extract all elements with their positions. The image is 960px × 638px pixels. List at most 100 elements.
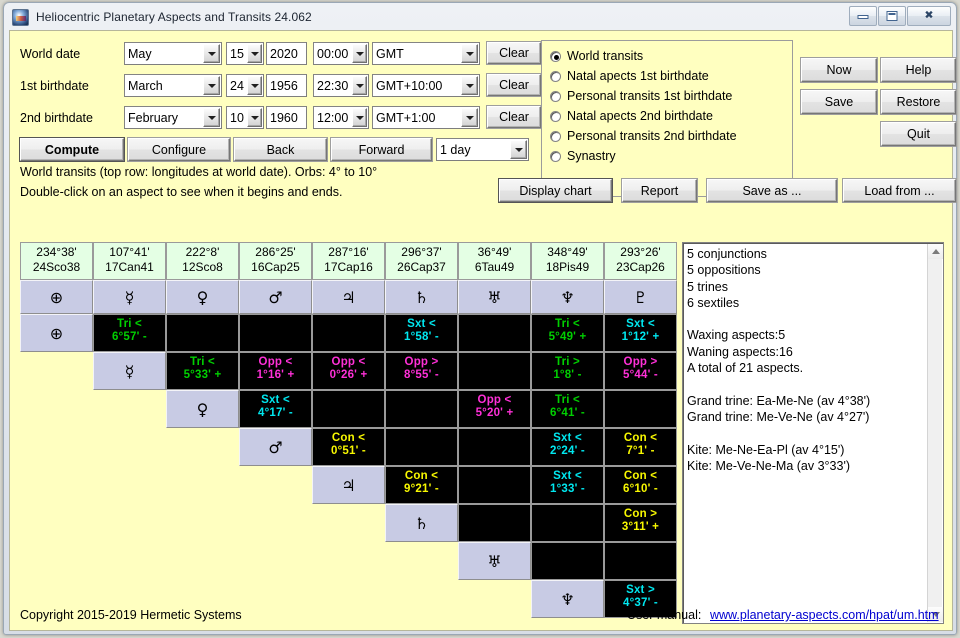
user-manual-link[interactable]: www.planetary-aspects.com/hpat/um.htm <box>710 608 939 622</box>
aspect-cell[interactable]: Tri <6°57' - <box>93 314 166 352</box>
first-birthdate-month-combo[interactable]: March <box>124 74 222 97</box>
second-birthdate-clear-button[interactable]: Clear <box>487 106 541 128</box>
forward-button[interactable]: Forward <box>331 138 432 161</box>
first-birthdate-zone-combo[interactable]: GMT+10:00 <box>372 74 480 97</box>
world-date-clear-button[interactable]: Clear <box>487 42 541 64</box>
world-date-month-value: May <box>128 46 152 61</box>
grid-column-symbol-earth: ⊕ <box>20 280 93 314</box>
chevron-down-icon[interactable] <box>352 44 367 63</box>
mode-group: World transits Natal apects 1st birthdat… <box>541 40 793 197</box>
mode-option-natal-1st[interactable]: Natal apects 1st birthdate <box>550 69 709 83</box>
second-birthdate-month-combo[interactable]: February <box>124 106 222 129</box>
aspect-cell[interactable]: Opp >8°55' - <box>385 352 458 390</box>
chevron-down-icon[interactable] <box>461 44 478 63</box>
first-birthdate-day-combo[interactable]: 24 <box>226 74 264 97</box>
compute-button[interactable]: Compute <box>20 138 124 161</box>
aspect-cell-empty <box>458 504 531 542</box>
second-birthdate-zone-value: GMT+1:00 <box>376 110 436 125</box>
grid-row-symbol-venus: ♀ <box>166 390 239 428</box>
quit-button[interactable]: Quit <box>881 122 956 146</box>
aspect-cell[interactable]: Opp <1°16' + <box>239 352 312 390</box>
first-birthdate-clear-button[interactable]: Clear <box>487 74 541 96</box>
mode-option-personal-1st[interactable]: Personal transits 1st birthdate <box>550 89 732 103</box>
second-birthdate-month-value: February <box>128 110 179 125</box>
chevron-down-icon[interactable] <box>247 76 262 95</box>
chevron-down-icon[interactable] <box>352 76 367 95</box>
aspect-cell[interactable]: Sxt <1°33' - <box>531 466 604 504</box>
now-button[interactable]: Now <box>801 58 877 82</box>
chevron-down-icon[interactable] <box>461 76 478 95</box>
aspect-grid[interactable]: 234°38' 24Sco38 107°41' 17Can41 222°8' 12Sco8… <box>20 242 677 624</box>
aspect-cell[interactable]: Sxt <4°17' - <box>239 390 312 428</box>
help-button[interactable]: Help <box>881 58 956 82</box>
summary-scrollbar[interactable] <box>927 244 943 622</box>
save-as-button[interactable]: Save as ... <box>707 179 837 202</box>
aspect-cell[interactable]: Tri <6°41' - <box>531 390 604 428</box>
aspect-type: Con < <box>404 470 439 482</box>
configure-button[interactable]: Configure <box>128 138 230 161</box>
chevron-down-icon[interactable] <box>203 108 220 127</box>
aspect-cell[interactable]: Con >3°11' + <box>604 504 677 542</box>
aspect-cell[interactable]: Tri >1°8' - <box>531 352 604 390</box>
aspect-cell[interactable]: Sxt <1°12' + <box>604 314 677 352</box>
chevron-down-icon[interactable] <box>510 140 527 159</box>
aspect-cell[interactable]: Con <6°10' - <box>604 466 677 504</box>
aspect-cell[interactable]: Sxt <2°24' - <box>531 428 604 466</box>
chevron-down-icon[interactable] <box>352 108 367 127</box>
close-button[interactable]: ✖ <box>907 6 951 26</box>
report-button[interactable]: Report <box>622 179 697 202</box>
restore-button[interactable]: Restore <box>881 90 956 114</box>
aspect-type: Con > <box>623 508 658 520</box>
window-frame: Heliocentric Planetary Aspects and Trans… <box>3 2 957 635</box>
aspect-type: Con < <box>623 432 658 444</box>
grid-column-symbol-mars: ♂ <box>239 280 312 314</box>
world-date-day-combo[interactable]: 15 <box>226 42 264 65</box>
aspect-type: Sxt < <box>407 318 436 330</box>
aspect-cell[interactable]: Tri <5°49' + <box>531 314 604 352</box>
aspect-orb: 6°41' - <box>550 407 585 419</box>
summary-pane[interactable]: 5 conjunctions 5 oppositions 5 trines 6 … <box>682 242 944 624</box>
mode-option-synastry[interactable]: Synastry <box>550 149 616 163</box>
save-button[interactable]: Save <box>801 90 877 114</box>
mode-option-label: Personal transits 1st birthdate <box>567 89 733 103</box>
step-interval-combo[interactable]: 1 day <box>436 138 529 161</box>
maximize-button[interactable] <box>878 6 906 26</box>
chevron-down-icon[interactable] <box>461 108 478 127</box>
aspect-cell[interactable]: Opp <0°26' + <box>312 352 385 390</box>
aspect-cell[interactable]: Sxt <1°58' - <box>385 314 458 352</box>
world-date-zone-combo[interactable]: GMT <box>372 42 480 65</box>
chevron-down-icon[interactable] <box>247 108 262 127</box>
minimize-button[interactable] <box>849 6 877 26</box>
longitude-value: 222°8' <box>185 245 220 259</box>
chevron-down-icon[interactable] <box>247 44 262 63</box>
back-button[interactable]: Back <box>234 138 327 161</box>
load-from-button[interactable]: Load from ... <box>843 179 956 202</box>
aspect-cell[interactable]: Opp <5°20' + <box>458 390 531 428</box>
chevron-down-icon[interactable] <box>203 44 220 63</box>
mode-option-personal-2nd[interactable]: Personal transits 2nd birthdate <box>550 129 737 143</box>
world-date-year-input[interactable]: 2020 <box>266 42 307 65</box>
aspect-cell[interactable]: Con <9°21' - <box>385 466 458 504</box>
second-birthdate-day-combo[interactable]: 10 <box>226 106 264 129</box>
mode-option-natal-2nd[interactable]: Natal apects 2nd birthdate <box>550 109 713 123</box>
second-birthdate-time-combo[interactable]: 12:00 <box>313 106 369 129</box>
scroll-up-icon[interactable] <box>928 244 943 259</box>
first-birthdate-time-combo[interactable]: 22:30 <box>313 74 369 97</box>
aspect-cell[interactable]: Tri <5°33' + <box>166 352 239 390</box>
client-area: World date May 15 2020 00:00 GMT Clear 1… <box>9 30 956 631</box>
world-date-time-combo[interactable]: 00:00 <box>313 42 369 65</box>
aspect-cell[interactable]: Con <7°1' - <box>604 428 677 466</box>
second-birthdate-zone-combo[interactable]: GMT+1:00 <box>372 106 480 129</box>
world-date-year-value: 2020 <box>270 46 298 61</box>
mode-option-world-transits[interactable]: World transits <box>550 49 643 63</box>
world-date-month-combo[interactable]: May <box>124 42 222 65</box>
info-line-2: Double-click on an aspect to see when it… <box>20 185 343 199</box>
second-birthdate-year-input[interactable]: 1960 <box>266 106 307 129</box>
grid-row-symbol-uranus: ♅ <box>458 542 531 580</box>
chevron-down-icon[interactable] <box>203 76 220 95</box>
first-birthdate-year-value: 1956 <box>270 78 298 93</box>
aspect-cell[interactable]: Con <0°51' - <box>312 428 385 466</box>
aspect-cell[interactable]: Opp >5°44' - <box>604 352 677 390</box>
first-birthdate-year-input[interactable]: 1956 <box>266 74 307 97</box>
display-chart-button[interactable]: Display chart <box>499 179 612 202</box>
